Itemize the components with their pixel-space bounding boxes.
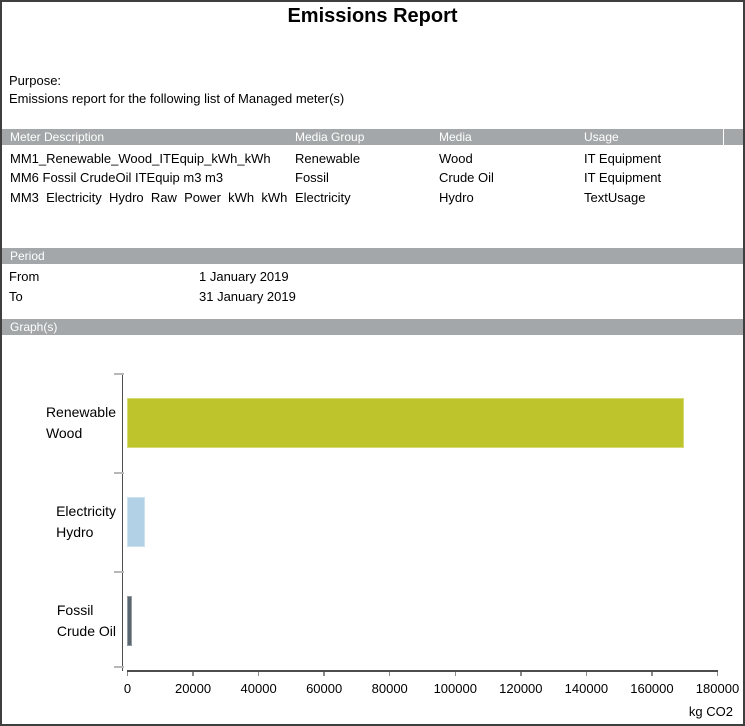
category-boundary-tick — [114, 472, 125, 474]
period-section-header: Period — [2, 248, 743, 264]
cell-usage: TextUsage — [584, 188, 645, 207]
category-boundary-tick — [114, 666, 125, 668]
category-label: ElectricityHydro — [2, 501, 116, 543]
x-axis-tick-label: 80000 — [358, 681, 422, 696]
bar-renewable-wood — [127, 398, 684, 448]
x-axis-tick-label: 40000 — [227, 681, 291, 696]
emissions-report-page: Emissions Report Purpose: Emissions repo… — [0, 0, 745, 726]
category-label-text: FossilCrude Oil — [57, 600, 116, 642]
table-row: MM1_Renewable_Wood_ITEquip_kWh_kWh Renew… — [2, 149, 743, 168]
column-header-media: Media — [439, 129, 472, 145]
page-title: Emissions Report — [2, 2, 743, 30]
cell-meter-description: MM3 Electricity Hydro Raw Power kWh kWh — [10, 188, 292, 207]
cell-media: Crude Oil — [439, 168, 494, 187]
cell-media-group: Electricity — [295, 188, 351, 207]
cell-media: Wood — [439, 149, 473, 168]
x-axis-tick-label: 140000 — [554, 681, 618, 696]
cell-media: Hydro — [439, 188, 474, 207]
purpose-text: Emissions report for the following list … — [9, 90, 344, 108]
x-axis-tick — [455, 672, 457, 677]
table-header-column-divider — [723, 129, 724, 145]
category-label: FossilCrude Oil — [2, 600, 116, 642]
graphs-section-header: Graph(s) — [2, 319, 743, 335]
column-header-usage: Usage — [584, 129, 619, 145]
to-label: To — [9, 287, 23, 307]
x-axis-tick — [586, 672, 588, 677]
meters-table-header: Meter Description Media Group Media Usag… — [2, 129, 743, 145]
cell-media-group: Fossil — [295, 168, 329, 187]
from-label: From — [9, 267, 39, 287]
x-axis-tick-label: 120000 — [489, 681, 553, 696]
x-axis-tick-label: 20000 — [161, 681, 225, 696]
period-to-row: To 31 January 2019 — [2, 287, 743, 307]
x-axis-tick — [258, 672, 260, 677]
emissions-bar-chart: kg CO2 020000400006000080000100000120000… — [2, 338, 743, 724]
purpose-label: Purpose: — [9, 72, 61, 90]
x-axis-tick — [717, 672, 719, 677]
category-label-text: ElectricityHydro — [56, 501, 116, 543]
x-axis-tick-label: 160000 — [620, 681, 684, 696]
x-axis-unit-label: kg CO2 — [689, 704, 733, 720]
x-axis-tick — [520, 672, 522, 677]
from-value: 1 January 2019 — [199, 267, 289, 287]
table-row: MM6 Fossil CrudeOil ITEquip m3 m3 Fossil… — [2, 168, 743, 187]
y-axis-line — [122, 373, 124, 671]
column-header-media-group: Media Group — [295, 129, 364, 145]
category-boundary-tick — [114, 373, 125, 375]
period-section-label: Period — [10, 248, 45, 264]
category-label: RenewableWood — [2, 402, 116, 444]
x-axis-tick-label: 100000 — [423, 681, 487, 696]
column-header-meter-description: Meter Description — [10, 129, 104, 145]
cell-meter-description: MM6 Fossil CrudeOil ITEquip m3 m3 — [10, 168, 292, 187]
x-axis-tick — [127, 672, 129, 677]
x-axis-tick — [651, 672, 653, 677]
x-axis-tick — [389, 672, 391, 677]
period-from-row: From 1 January 2019 — [2, 267, 743, 287]
x-axis-tick-label: 180000 — [686, 681, 745, 696]
table-row: MM3 Electricity Hydro Raw Power kWh kWh … — [2, 188, 743, 207]
cell-usage: IT Equipment — [584, 168, 661, 187]
cell-media-group: Renewable — [295, 149, 360, 168]
cell-meter-description: MM1_Renewable_Wood_ITEquip_kWh_kWh — [10, 149, 292, 168]
cell-usage: IT Equipment — [584, 149, 661, 168]
category-boundary-tick — [114, 571, 125, 573]
x-axis-tick — [323, 672, 325, 677]
bar-electricity-hydro — [127, 497, 145, 547]
to-value: 31 January 2019 — [199, 287, 296, 307]
x-axis-line — [127, 670, 718, 672]
x-axis-tick-label: 0 — [96, 681, 160, 696]
bar-fossil-crude-oil — [127, 596, 133, 646]
category-label-text: RenewableWood — [46, 402, 116, 444]
x-axis-tick-label: 60000 — [292, 681, 356, 696]
graphs-section-label: Graph(s) — [10, 319, 57, 335]
x-axis-tick — [192, 672, 194, 677]
